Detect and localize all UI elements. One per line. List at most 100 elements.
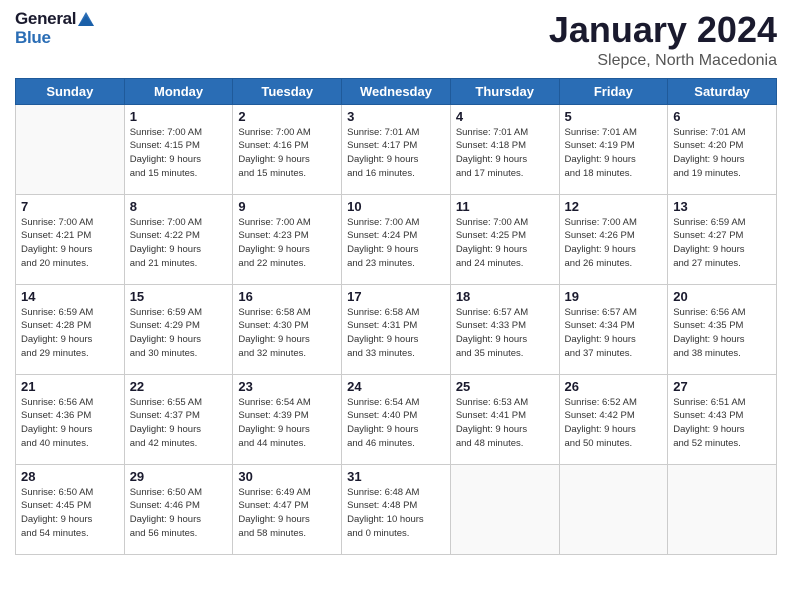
day-number: 21 — [21, 379, 119, 394]
calendar-cell: 11Sunrise: 7:00 AMSunset: 4:25 PMDayligh… — [450, 194, 559, 284]
calendar-table: SundayMondayTuesdayWednesdayThursdayFrid… — [15, 78, 777, 555]
calendar-cell: 21 Sunrise: 6:56 AMSunset: 4:36 PMDayligh… — [16, 374, 125, 464]
calendar-cell: 25 Sunrise: 6:53 AMSunset: 4:41 PMDayligh… — [450, 374, 559, 464]
day-number: 27 — [673, 379, 771, 394]
col-header-friday: Friday — [559, 78, 668, 104]
day-number: 5 — [565, 109, 663, 124]
calendar-cell: 28 Sunrise: 6:50 AMSunset: 4:45 PMDayligh… — [16, 464, 125, 554]
day-number: 16 — [238, 289, 336, 304]
title-block: January 2024 Slepce, North Macedonia — [549, 10, 777, 70]
calendar-cell: 23 Sunrise: 6:54 AMSunset: 4:39 PMDayligh… — [233, 374, 342, 464]
calendar-cell: 15 Sunrise: 6:59 AMSunset: 4:29 PMDayligh… — [124, 284, 233, 374]
day-number: 6 — [673, 109, 771, 124]
col-header-saturday: Saturday — [668, 78, 777, 104]
day-number: 18 — [456, 289, 554, 304]
day-number: 31 — [347, 469, 445, 484]
calendar-cell: 9 Sunrise: 7:00 AMSunset: 4:23 PMDaylight… — [233, 194, 342, 284]
day-info: Sunrise: 6:51 AMSunset: 4:43 PMDaylight:… — [673, 396, 771, 451]
calendar-cell: 17 Sunrise: 6:58 AMSunset: 4:31 PMDayligh… — [342, 284, 451, 374]
calendar-cell — [16, 104, 125, 194]
day-info: Sunrise: 6:54 AMSunset: 4:40 PMDaylight:… — [347, 396, 445, 451]
day-number: 23 — [238, 379, 336, 394]
day-info: Sunrise: 6:48 AMSunset: 4:48 PMDaylight:… — [347, 486, 445, 541]
calendar-week-row: 1 Sunrise: 7:00 AMSunset: 4:15 PMDaylight… — [16, 104, 777, 194]
calendar-cell — [559, 464, 668, 554]
col-header-wednesday: Wednesday — [342, 78, 451, 104]
col-header-tuesday: Tuesday — [233, 78, 342, 104]
day-info: Sunrise: 7:01 AMSunset: 4:17 PMDaylight:… — [347, 126, 445, 181]
month-title: January 2024 — [549, 10, 777, 50]
day-info: Sunrise: 6:49 AMSunset: 4:47 PMDaylight:… — [238, 486, 336, 541]
calendar-cell: 13Sunrise: 6:59 AMSunset: 4:27 PMDayligh… — [668, 194, 777, 284]
day-number: 28 — [21, 469, 119, 484]
page: General Blue January 2024 Slepce, North … — [0, 0, 792, 612]
logo: General Blue — [15, 10, 94, 47]
day-number: 8 — [130, 199, 228, 214]
day-info: Sunrise: 6:54 AMSunset: 4:39 PMDaylight:… — [238, 396, 336, 451]
col-header-sunday: Sunday — [16, 78, 125, 104]
day-number: 7 — [21, 199, 119, 214]
calendar-week-row: 14 Sunrise: 6:59 AMSunset: 4:28 PMDayligh… — [16, 284, 777, 374]
day-number: 15 — [130, 289, 228, 304]
day-info: Sunrise: 7:00 AMSunset: 4:22 PMDaylight:… — [130, 216, 228, 271]
day-info: Sunrise: 6:56 AMSunset: 4:35 PMDaylight:… — [673, 306, 771, 361]
calendar-cell: 24 Sunrise: 6:54 AMSunset: 4:40 PMDayligh… — [342, 374, 451, 464]
day-number: 3 — [347, 109, 445, 124]
calendar-cell: 18 Sunrise: 6:57 AMSunset: 4:33 PMDayligh… — [450, 284, 559, 374]
day-number: 9 — [238, 199, 336, 214]
calendar-cell: 22 Sunrise: 6:55 AMSunset: 4:37 PMDayligh… — [124, 374, 233, 464]
day-number: 14 — [21, 289, 119, 304]
day-number: 25 — [456, 379, 554, 394]
day-number: 10 — [347, 199, 445, 214]
header: General Blue January 2024 Slepce, North … — [15, 10, 777, 70]
calendar-cell: 3 Sunrise: 7:01 AMSunset: 4:17 PMDaylight… — [342, 104, 451, 194]
day-info: Sunrise: 6:57 AMSunset: 4:34 PMDaylight:… — [565, 306, 663, 361]
calendar-cell: 19 Sunrise: 6:57 AMSunset: 4:34 PMDayligh… — [559, 284, 668, 374]
calendar-cell: 29 Sunrise: 6:50 AMSunset: 4:46 PMDayligh… — [124, 464, 233, 554]
day-info: Sunrise: 7:00 AMSunset: 4:15 PMDaylight:… — [130, 126, 228, 181]
calendar-week-row: 7Sunrise: 7:00 AMSunset: 4:21 PMDaylight… — [16, 194, 777, 284]
calendar-cell: 27 Sunrise: 6:51 AMSunset: 4:43 PMDayligh… — [668, 374, 777, 464]
day-info: Sunrise: 6:58 AMSunset: 4:31 PMDaylight:… — [347, 306, 445, 361]
day-number: 19 — [565, 289, 663, 304]
calendar-week-row: 28 Sunrise: 6:50 AMSunset: 4:45 PMDayligh… — [16, 464, 777, 554]
location-title: Slepce, North Macedonia — [549, 52, 777, 70]
calendar-cell: 2 Sunrise: 7:00 AMSunset: 4:16 PMDaylight… — [233, 104, 342, 194]
day-info: Sunrise: 6:57 AMSunset: 4:33 PMDaylight:… — [456, 306, 554, 361]
calendar-cell: 7Sunrise: 7:00 AMSunset: 4:21 PMDaylight… — [16, 194, 125, 284]
day-number: 22 — [130, 379, 228, 394]
calendar-week-row: 21 Sunrise: 6:56 AMSunset: 4:36 PMDayligh… — [16, 374, 777, 464]
day-number: 20 — [673, 289, 771, 304]
calendar-cell: 4 Sunrise: 7:01 AMSunset: 4:18 PMDaylight… — [450, 104, 559, 194]
day-number: 24 — [347, 379, 445, 394]
day-info: Sunrise: 6:59 AMSunset: 4:28 PMDaylight:… — [21, 306, 119, 361]
day-info: Sunrise: 7:01 AMSunset: 4:18 PMDaylight:… — [456, 126, 554, 181]
day-number: 12 — [565, 199, 663, 214]
day-info: Sunrise: 6:55 AMSunset: 4:37 PMDaylight:… — [130, 396, 228, 451]
day-info: Sunrise: 7:00 AMSunset: 4:24 PMDaylight:… — [347, 216, 445, 271]
calendar-cell: 8 Sunrise: 7:00 AMSunset: 4:22 PMDaylight… — [124, 194, 233, 284]
day-info: Sunrise: 7:01 AMSunset: 4:20 PMDaylight:… — [673, 126, 771, 181]
calendar-cell: 16Sunrise: 6:58 AMSunset: 4:30 PMDayligh… — [233, 284, 342, 374]
day-number: 29 — [130, 469, 228, 484]
day-info: Sunrise: 7:00 AMSunset: 4:16 PMDaylight:… — [238, 126, 336, 181]
day-info: Sunrise: 7:00 AMSunset: 4:23 PMDaylight:… — [238, 216, 336, 271]
day-info: Sunrise: 6:50 AMSunset: 4:45 PMDaylight:… — [21, 486, 119, 541]
calendar-cell: 14 Sunrise: 6:59 AMSunset: 4:28 PMDayligh… — [16, 284, 125, 374]
day-number: 1 — [130, 109, 228, 124]
day-number: 11 — [456, 199, 554, 214]
calendar-cell: 26Sunrise: 6:52 AMSunset: 4:42 PMDayligh… — [559, 374, 668, 464]
day-info: Sunrise: 6:53 AMSunset: 4:41 PMDaylight:… — [456, 396, 554, 451]
calendar-cell: 30 Sunrise: 6:49 AMSunset: 4:47 PMDayligh… — [233, 464, 342, 554]
day-number: 30 — [238, 469, 336, 484]
day-info: Sunrise: 7:01 AMSunset: 4:19 PMDaylight:… — [565, 126, 663, 181]
day-number: 13 — [673, 199, 771, 214]
day-number: 2 — [238, 109, 336, 124]
day-info: Sunrise: 6:50 AMSunset: 4:46 PMDaylight:… — [130, 486, 228, 541]
day-number: 4 — [456, 109, 554, 124]
calendar-cell: 12Sunrise: 7:00 AMSunset: 4:26 PMDayligh… — [559, 194, 668, 284]
day-info: Sunrise: 6:56 AMSunset: 4:36 PMDaylight:… — [21, 396, 119, 451]
day-number: 17 — [347, 289, 445, 304]
day-info: Sunrise: 6:59 AMSunset: 4:29 PMDaylight:… — [130, 306, 228, 361]
col-header-monday: Monday — [124, 78, 233, 104]
